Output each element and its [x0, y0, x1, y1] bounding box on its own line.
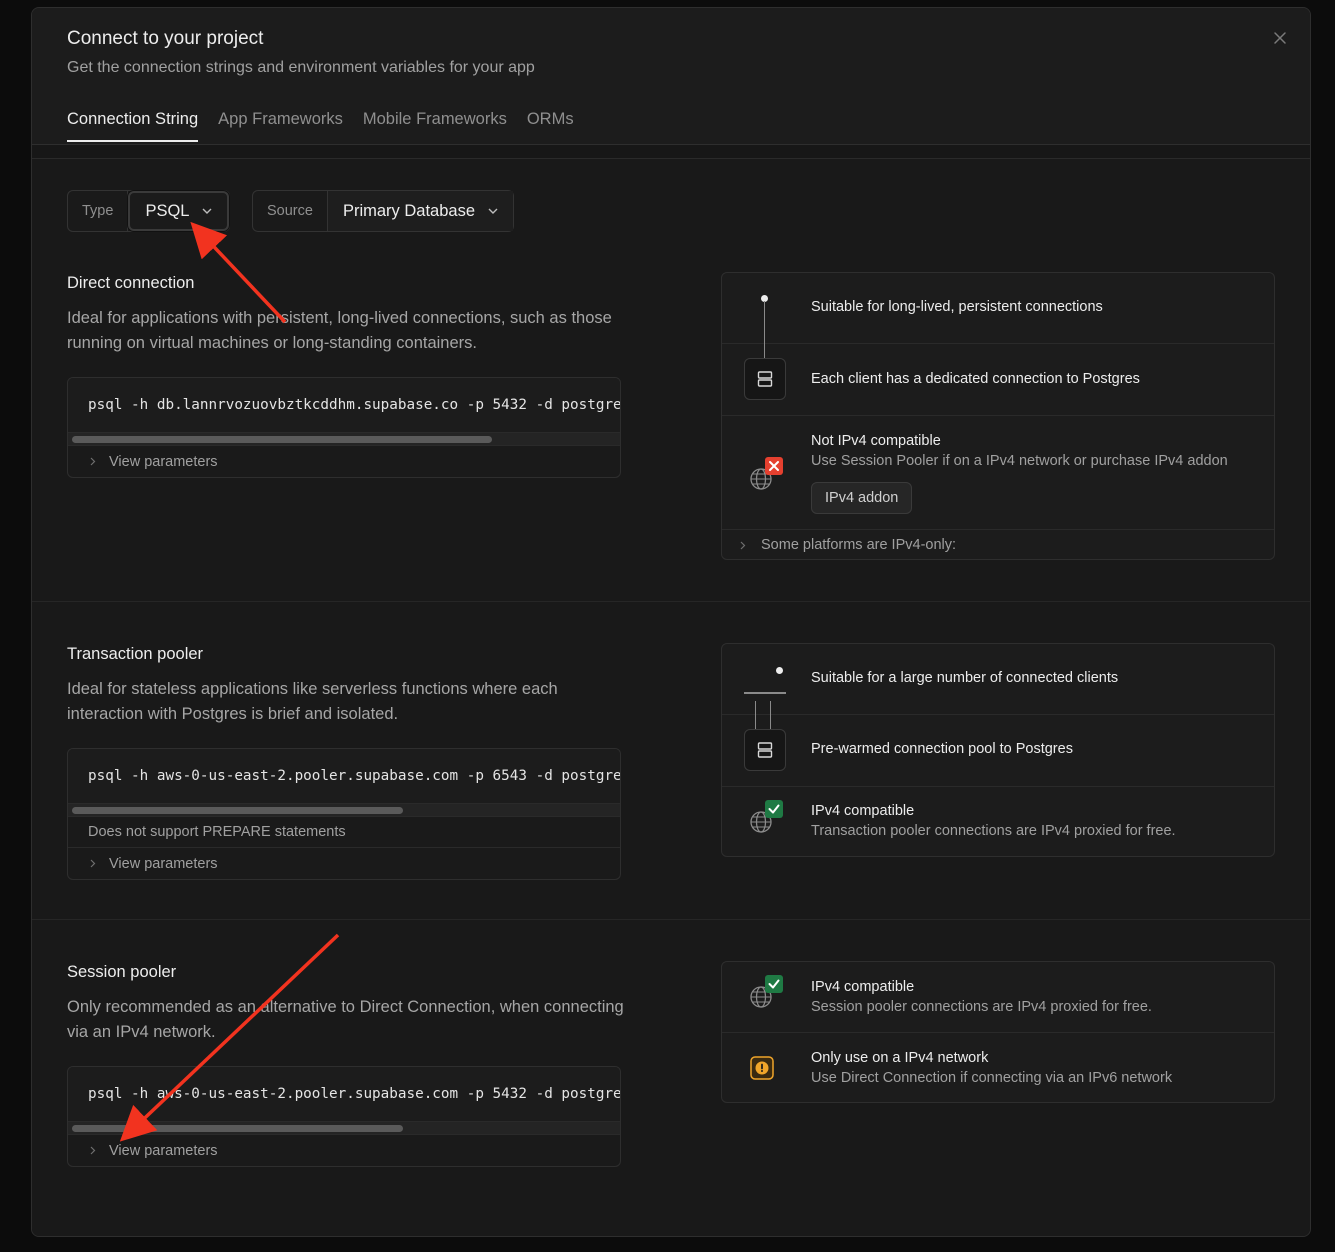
direct-description: Ideal for applications with persistent, … [67, 309, 612, 352]
ipv4-only-collapsible[interactable]: Some platforms are IPv4-only: [722, 530, 1274, 559]
info-ipv4-only-sub: Use Direct Connection if connecting via … [811, 1070, 1173, 1086]
scrollbar[interactable] [68, 803, 620, 817]
info-row: Only use on a IPv4 network Use Direct Co… [722, 1033, 1274, 1102]
info-ipv4-only: Only use on a IPv4 network [811, 1050, 989, 1066]
globe-check-icon [748, 974, 784, 1010]
info-prewarmed: Pre-warmed connection pool to Postgres [811, 741, 1073, 757]
info-ipv4-compatible: IPv4 compatible [811, 803, 915, 819]
ipv4-addon-button[interactable]: IPv4 addon [811, 482, 913, 514]
node-dot [776, 667, 783, 674]
chevron-down-icon [202, 208, 212, 214]
session-view-parameters[interactable]: View parameters [68, 1135, 620, 1166]
pool-bar [744, 692, 786, 695]
connector-line [770, 701, 771, 715]
warning-icon [750, 1056, 774, 1080]
info-row: IPv4 compatible Session pooler connectio… [722, 962, 1274, 1033]
info-ipv4-compatible-sub: Transaction pooler connections are IPv4 … [811, 823, 1176, 839]
scrollbar[interactable] [68, 1121, 620, 1135]
section-divider [32, 601, 1310, 602]
info-long-lived: Suitable for long-lived, persistent conn… [811, 299, 1103, 315]
tab-list: Connection String App Frameworks Mobile … [67, 110, 574, 142]
source-selector: Source Primary Database [252, 190, 515, 232]
type-label: Type [68, 191, 129, 231]
direct-info-card: Suitable for long-lived, persistent conn… [721, 272, 1275, 560]
chevron-right-icon [90, 1146, 96, 1155]
info-not-ipv4-sub: Use Session Pooler if on a IPv4 network … [811, 453, 1228, 469]
info-row: Each client has a dedicated connection t… [722, 344, 1274, 416]
transaction-description: Ideal for stateless applications like se… [67, 680, 558, 723]
connect-modal: Connect to your project Get the connecti… [31, 7, 1311, 1237]
modal-title: Connect to your project [67, 28, 264, 49]
info-many-clients: Suitable for a large number of connected… [811, 670, 1119, 686]
direct-command[interactable]: psql -h db.lannrvozuovbztkcddhm.supabase… [68, 378, 620, 432]
tab-connection-string[interactable]: Connection String [67, 110, 199, 142]
info-dedicated: Each client has a dedicated connection t… [811, 371, 1140, 387]
session-code-box: psql -h aws-0-us-east-2.pooler.supabase.… [67, 1066, 621, 1167]
transaction-code-box: psql -h aws-0-us-east-2.pooler.supabase.… [67, 748, 621, 880]
tab-orms[interactable]: ORMs [527, 110, 574, 142]
connector-line [755, 715, 756, 729]
info-row: Not IPv4 compatible Use Session Pooler i… [722, 416, 1274, 530]
direct-title: Direct connection [67, 274, 195, 292]
source-value: Primary Database [342, 201, 476, 220]
info-row: IPv4 compatible Transaction pooler conne… [722, 787, 1274, 856]
tab-mobile-frameworks[interactable]: Mobile Frameworks [363, 110, 507, 142]
scrollbar-thumb[interactable] [72, 1125, 403, 1132]
globe-error-icon [748, 456, 784, 492]
info-row: Pre-warmed connection pool to Postgres [722, 715, 1274, 787]
chevron-down-icon [488, 208, 498, 214]
ipv4-only-label: Some platforms are IPv4-only: [761, 537, 957, 553]
info-not-ipv4: Not IPv4 compatible [811, 433, 941, 449]
scrollbar-thumb[interactable] [72, 436, 492, 443]
session-title: Session pooler [67, 963, 177, 981]
session-info-card: IPv4 compatible Session pooler connectio… [721, 961, 1275, 1103]
view-parameters-label: View parameters [109, 1142, 218, 1159]
transaction-view-parameters[interactable]: View parameters [68, 848, 620, 879]
scrollbar-thumb[interactable] [72, 807, 403, 814]
chevron-right-icon [740, 541, 746, 549]
direct-view-parameters[interactable]: View parameters [68, 446, 620, 477]
database-icon [744, 729, 786, 771]
prepare-note: Does not support PREPARE statements [68, 817, 620, 848]
source-dropdown[interactable]: Primary Database [327, 191, 514, 231]
info-ipv4-compatible: IPv4 compatible [811, 979, 915, 995]
chevron-right-icon [90, 859, 96, 868]
chevron-right-icon [90, 457, 96, 466]
scrollbar[interactable] [68, 432, 620, 446]
info-ipv4-compatible-sub: Session pooler connections are IPv4 prox… [811, 999, 1152, 1015]
globe-check-icon [748, 799, 784, 835]
info-row: Suitable for a large number of connected… [722, 644, 1274, 715]
transaction-command[interactable]: psql -h aws-0-us-east-2.pooler.supabase.… [68, 749, 620, 803]
connector-line [764, 344, 765, 358]
tab-app-frameworks[interactable]: App Frameworks [218, 110, 343, 142]
modal-header: Connect to your project Get the connecti… [32, 8, 1310, 145]
modal-subtitle: Get the connection strings and environme… [67, 59, 535, 76]
session-command[interactable]: psql -h aws-0-us-east-2.pooler.supabase.… [68, 1067, 620, 1121]
transaction-info-card: Suitable for a large number of connected… [721, 643, 1275, 857]
type-dropdown[interactable]: PSQL [128, 191, 230, 231]
type-selector: Type PSQL [67, 190, 231, 232]
view-parameters-label: View parameters [109, 453, 218, 470]
tab-content-top [32, 145, 1310, 159]
section-divider [32, 919, 1310, 920]
connector-line [764, 301, 765, 344]
info-row: Suitable for long-lived, persistent conn… [722, 273, 1274, 344]
type-value: PSQL [145, 201, 190, 220]
session-description: Only recommended as an alternative to Di… [67, 998, 624, 1041]
connector-line [770, 715, 771, 729]
transaction-title: Transaction pooler [67, 645, 204, 663]
source-label: Source [253, 191, 328, 231]
close-icon[interactable] [1272, 30, 1288, 46]
direct-code-box: psql -h db.lannrvozuovbztkcddhm.supabase… [67, 377, 621, 478]
view-parameters-label: View parameters [109, 855, 218, 872]
database-icon [744, 358, 786, 400]
connector-line [755, 701, 756, 715]
